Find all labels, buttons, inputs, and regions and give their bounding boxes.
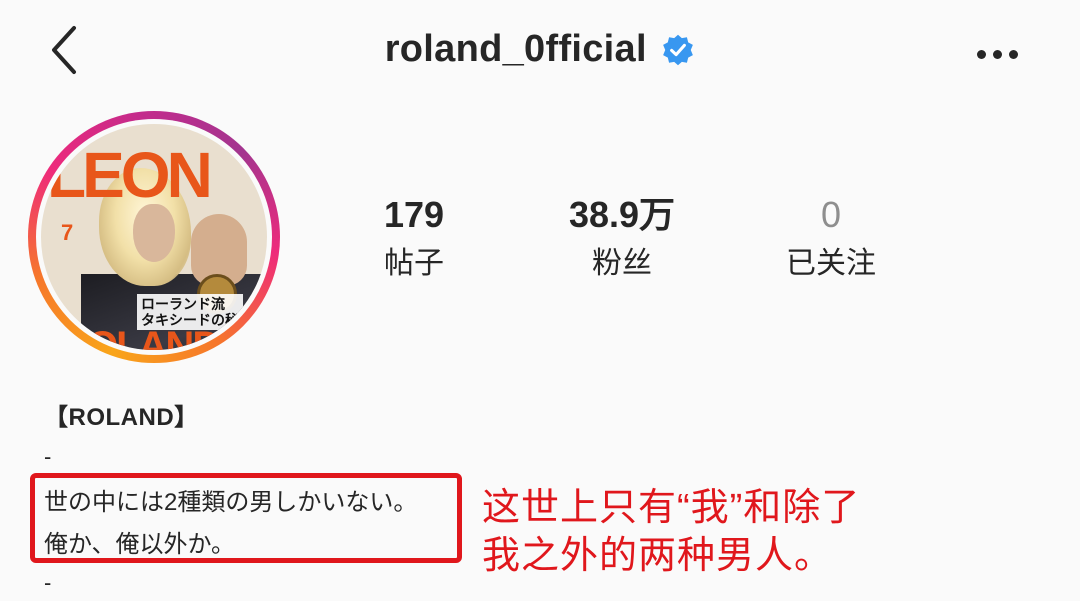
avatar-face-shape xyxy=(133,204,175,262)
profile-header: roland_0fficial xyxy=(0,0,1080,110)
bio-line-2: 俺か、俺以外か。 xyxy=(44,531,236,558)
stat-value: 0 xyxy=(820,194,842,235)
stat-label: 帖子 xyxy=(384,247,444,280)
more-dot-icon xyxy=(977,50,986,59)
avatar[interactable]: LEON 7 ローランド流 タキシードの秘 OLAND xyxy=(41,124,267,350)
stat-label: 已关注 xyxy=(786,247,876,280)
username-title: roland_0fficial xyxy=(384,28,647,70)
more-dot-icon xyxy=(993,50,1002,59)
bio-line-1: 世の中には2種類の男しかいない。 xyxy=(44,489,418,516)
stat-value: 38.9万 xyxy=(568,194,676,235)
magazine-issue-graphic: 7 xyxy=(61,220,74,245)
bio-name: 【ROLAND】 xyxy=(44,404,199,431)
annotation-line-2: 我之外的两种男人。 xyxy=(482,535,834,577)
story-ring[interactable]: LEON 7 ローランド流 タキシードの秘 OLAND xyxy=(28,111,280,363)
stat-posts[interactable]: 179 帖子 xyxy=(314,192,514,286)
stat-value: 179 xyxy=(383,194,445,235)
more-dot-icon xyxy=(1009,50,1018,59)
title-wrap: roland_0fficial xyxy=(0,28,1080,71)
annotation-line-1: 这世上只有“我”和除了 xyxy=(482,487,861,529)
bio-dash: - xyxy=(44,570,52,595)
verified-badge-icon xyxy=(663,34,694,65)
magazine-logo-graphic: LEON xyxy=(47,139,213,211)
bio-dash: - xyxy=(44,444,52,469)
more-options-button[interactable] xyxy=(970,36,1026,72)
stat-following[interactable]: 0 已关注 xyxy=(731,192,931,286)
stat-label: 粉丝 xyxy=(592,247,652,280)
stat-followers[interactable]: 38.9万 粉丝 xyxy=(522,192,722,286)
magazine-name-graphic: OLAND xyxy=(87,324,221,350)
